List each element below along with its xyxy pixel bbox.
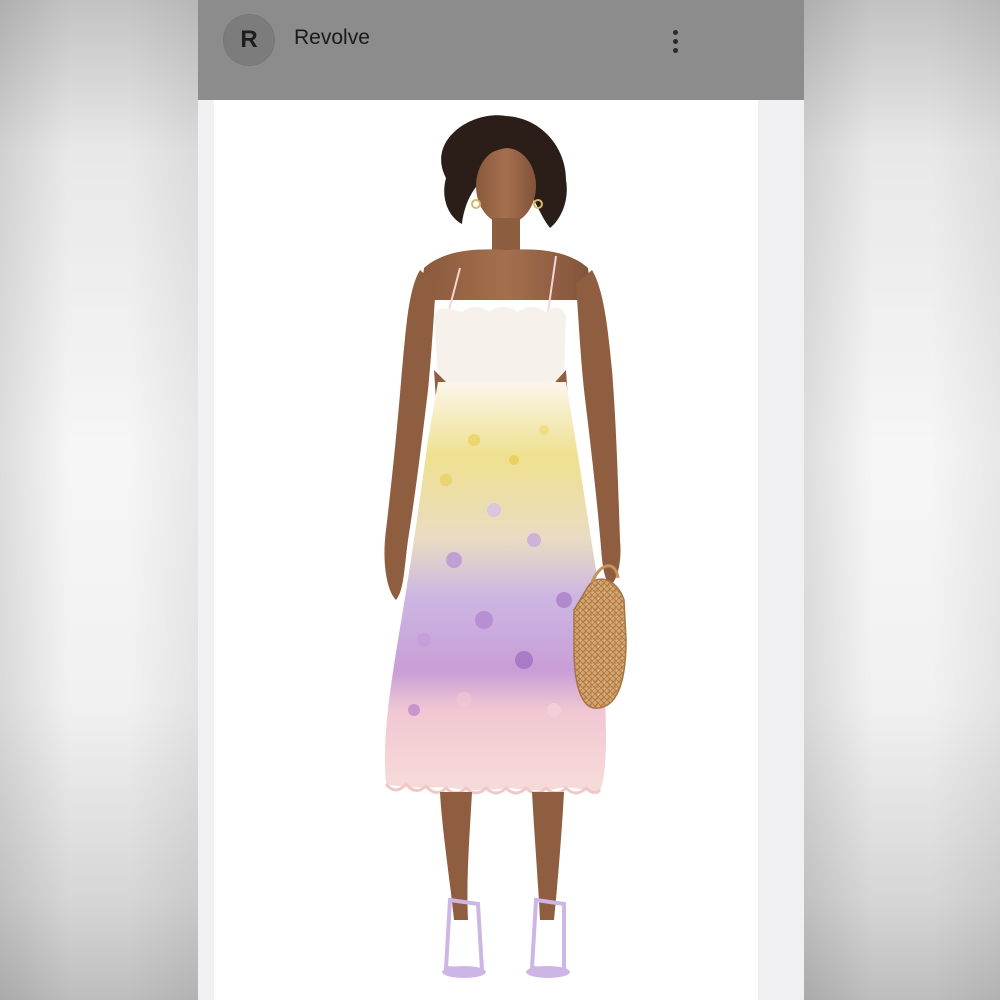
face bbox=[476, 148, 536, 224]
background-right-blur bbox=[804, 0, 1000, 1000]
woven-handbag bbox=[573, 578, 627, 709]
product-photo[interactable] bbox=[214, 100, 758, 1000]
product-image-card bbox=[214, 100, 758, 1000]
avatar-letter: R bbox=[240, 26, 258, 53]
scroll-gutter bbox=[758, 100, 804, 1000]
app-screen: R Revolve bbox=[198, 0, 804, 1000]
dress-bodice bbox=[434, 306, 566, 384]
brand-avatar[interactable]: R bbox=[223, 14, 275, 66]
more-options-icon[interactable] bbox=[660, 24, 690, 58]
app-header: R Revolve bbox=[198, 0, 804, 100]
brand-title[interactable]: Revolve bbox=[294, 26, 370, 50]
background-left-blur bbox=[0, 0, 198, 1000]
